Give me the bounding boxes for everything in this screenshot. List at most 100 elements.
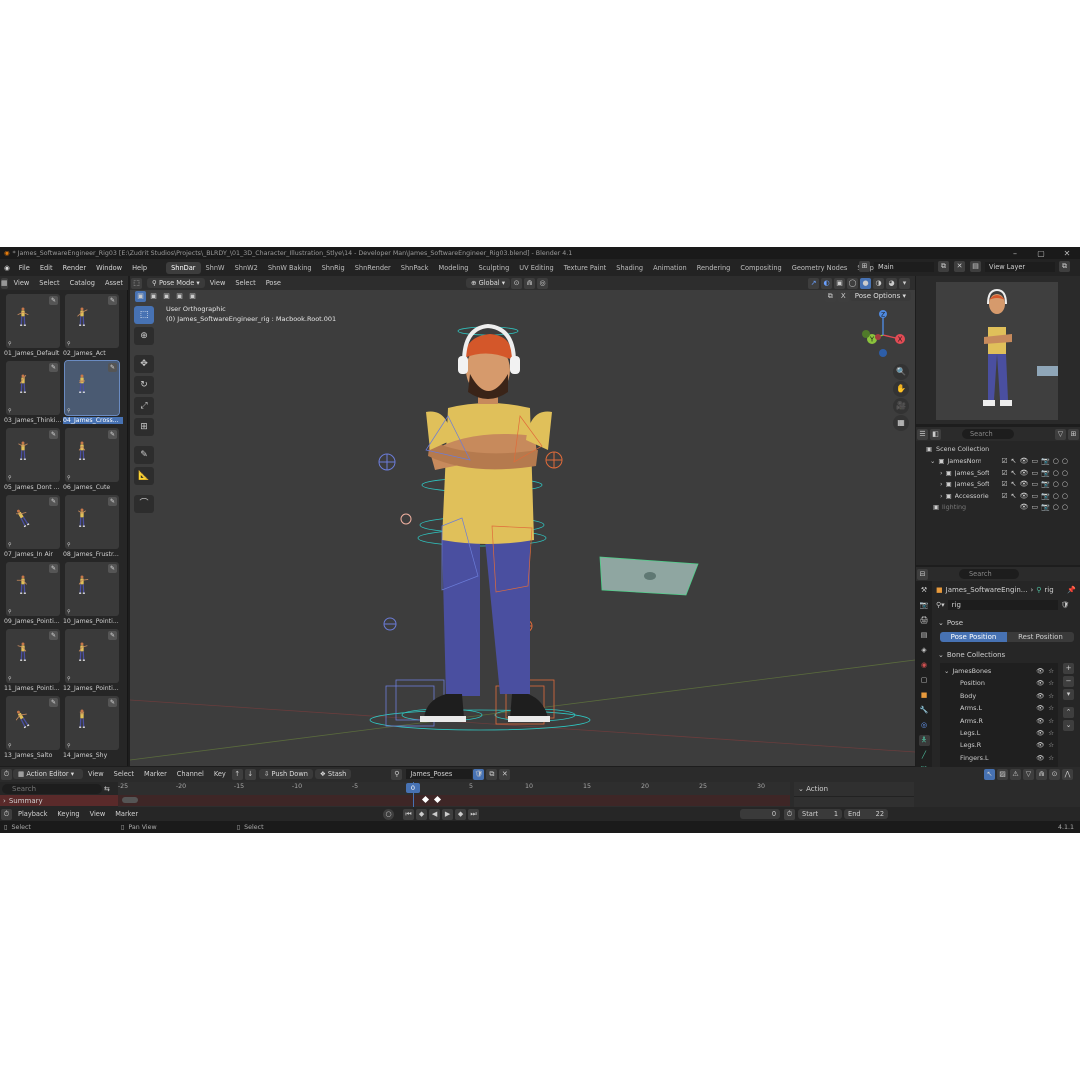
physics-tab-icon[interactable]: ◎: [919, 720, 930, 731]
playhead-frame[interactable]: 0: [406, 783, 420, 793]
view-layer-tab-icon[interactable]: ▤: [919, 630, 930, 641]
edit-asset-icon[interactable]: ✎: [108, 698, 117, 707]
timeline-menu-select[interactable]: Select: [109, 770, 139, 778]
workspace-tab[interactable]: Animation: [648, 262, 692, 274]
tool-tab-icon[interactable]: ⚒: [919, 585, 930, 596]
swap-icon[interactable]: ⇆: [104, 785, 110, 793]
menu-render[interactable]: Render: [58, 264, 91, 272]
eye-icon[interactable]: 👁: [1036, 679, 1044, 687]
solo-star-icon[interactable]: ☆: [1048, 692, 1054, 700]
outliner-item[interactable]: ▣ lighting 👁 ▭ 📷 ○ ○: [916, 501, 1080, 513]
show-hidden-icon[interactable]: ▨: [997, 768, 1008, 780]
start-field[interactable]: Start 1: [798, 809, 843, 819]
3d-viewport[interactable]: ⬚ ⚲ Pose Mode ▾ View Select Pose ⊕ Globa…: [130, 276, 915, 766]
collection-menu-icon[interactable]: ▾: [1063, 689, 1074, 700]
new-action-icon[interactable]: ⧉: [486, 768, 498, 780]
checkbox-icon[interactable]: ☑: [1001, 457, 1007, 465]
eye-icon[interactable]: 👁: [1020, 503, 1029, 511]
channel-search[interactable]: Search: [2, 783, 102, 794]
action-browse-icon[interactable]: ⚲: [391, 768, 403, 780]
timeline-marker-menu[interactable]: Marker: [110, 810, 143, 818]
new-collection-icon[interactable]: ⊞: [1068, 428, 1079, 440]
orientation-selector[interactable]: ⊕ Global ▾: [465, 278, 511, 288]
edit-asset-icon[interactable]: ✎: [49, 363, 58, 372]
edit-asset-icon[interactable]: ✎: [108, 363, 117, 372]
pose-position-button[interactable]: Pose Position: [940, 631, 1007, 642]
play-reverse-icon[interactable]: ◀: [429, 808, 441, 820]
render-camera-icon[interactable]: 📷: [1041, 480, 1050, 488]
asset-menu-view[interactable]: View: [9, 279, 35, 287]
action-name-field[interactable]: James_Poses: [406, 769, 473, 779]
rendered-shading-icon[interactable]: ◕: [886, 277, 897, 289]
render-tab-icon[interactable]: 📷: [919, 600, 930, 611]
menu-help[interactable]: Help: [127, 264, 152, 272]
material-shading-icon[interactable]: ◑: [873, 277, 884, 289]
asset-thumbnail[interactable]: ✎ ⚲: [6, 629, 60, 683]
solo-star-icon[interactable]: ☆: [1048, 704, 1054, 712]
push-down-button[interactable]: ⇩ Push Down: [258, 769, 313, 779]
stash-button[interactable]: ❖ Stash: [314, 769, 352, 779]
menu-edit[interactable]: Edit: [35, 264, 58, 272]
expand-icon[interactable]: ⌄: [930, 457, 935, 465]
asset-thumbnail[interactable]: ✎ ⚲: [65, 562, 119, 616]
close-icon[interactable]: ✕: [1054, 249, 1080, 258]
edit-asset-icon[interactable]: ✎: [108, 430, 117, 439]
interpolation-icon[interactable]: ⋀: [1062, 768, 1073, 780]
timeline-menu-channel[interactable]: Channel: [172, 770, 209, 778]
asset-thumbnail[interactable]: ✎ ⚲: [65, 696, 119, 750]
maximize-icon[interactable]: ▢: [1028, 249, 1054, 258]
edit-asset-icon[interactable]: ✎: [49, 296, 58, 305]
holdout-icon[interactable]: ○: [1053, 492, 1059, 500]
bone-collection-item[interactable]: Legs.R 👁 ☆: [940, 739, 1058, 751]
render-camera-icon[interactable]: 📷: [1041, 457, 1050, 465]
expand-icon[interactable]: ›: [940, 469, 943, 477]
selectable-icon[interactable]: ↖: [1011, 469, 1017, 477]
frame-ruler[interactable]: -25 -20 -15 -10 -5 0 5 10 15 20 25 30: [118, 782, 790, 794]
modifier-tab-icon[interactable]: 🔧: [919, 705, 930, 716]
unlink-action-icon[interactable]: ✕: [499, 768, 511, 780]
view-layer-name[interactable]: View Layer: [985, 261, 1055, 272]
solo-star-icon[interactable]: ☆: [1048, 741, 1054, 749]
edit-asset-icon[interactable]: ✎: [108, 296, 117, 305]
rest-position-button[interactable]: Rest Position: [1007, 631, 1074, 642]
mode-selector[interactable]: ⚲ Pose Mode ▾: [147, 278, 205, 288]
menu-file[interactable]: File: [14, 264, 35, 272]
eye-icon[interactable]: 👁: [1036, 717, 1044, 725]
render-camera-icon[interactable]: 📷: [1041, 469, 1050, 477]
asset-thumbnail[interactable]: ✎ ⚲: [6, 696, 60, 750]
timeline-menu-view[interactable]: View: [83, 770, 109, 778]
object-tab-icon[interactable]: ■: [919, 690, 930, 701]
expand-icon[interactable]: ›: [940, 492, 943, 500]
editor-type-icon[interactable]: ⬚: [131, 277, 142, 289]
fake-user-icon[interactable]: 🛡: [1061, 601, 1070, 609]
jump-end-icon[interactable]: ⏭: [468, 808, 480, 820]
solo-star-icon[interactable]: ☆: [1048, 729, 1054, 737]
selectable-icon[interactable]: ↖: [1011, 492, 1017, 500]
snap-icon[interactable]: ⋒: [524, 277, 536, 289]
pose-panel-header[interactable]: ⌄ Pose: [938, 617, 963, 629]
up-arrow-icon[interactable]: ↑: [231, 768, 243, 780]
asset-thumbnail[interactable]: ✎ ⚲: [65, 495, 119, 549]
edit-asset-icon[interactable]: ✎: [49, 631, 58, 640]
outliner-item[interactable]: › ▣ Accessorie ☑ ↖ 👁 ▭ 📷 ○ ○: [916, 490, 1080, 502]
summary-channel[interactable]: › Summary: [0, 795, 118, 806]
workspace-tab[interactable]: UV Editing: [514, 262, 558, 274]
outliner-item[interactable]: ⌄▣JamesNormalU☑↖👁▭📷○○: [916, 455, 1080, 467]
outliner-search[interactable]: Search: [962, 429, 1014, 439]
play-icon[interactable]: ▶: [442, 808, 454, 820]
outliner-item[interactable]: › ▣ James_Soft ☑ ↖ 👁 ▭ 📷 ○ ○: [916, 478, 1080, 490]
bone-tab-icon[interactable]: ╱: [919, 750, 930, 761]
asset-thumbnail[interactable]: ✎ ⚲: [6, 562, 60, 616]
end-field[interactable]: End 22: [844, 809, 889, 819]
eye-icon[interactable]: 👁: [1020, 469, 1029, 477]
selectable-icon[interactable]: ↖: [1011, 457, 1017, 465]
timeline-view-menu[interactable]: View: [85, 810, 111, 818]
workspace-tab[interactable]: Rendering: [692, 262, 736, 274]
edit-asset-icon[interactable]: ✎: [49, 564, 58, 573]
snapping-icon[interactable]: ⋒: [1036, 768, 1047, 780]
playback-menu[interactable]: Playback: [13, 810, 52, 818]
dopesheet-region[interactable]: -25 -20 -15 -10 -5 0 5 10 15 20 25 30 0: [118, 782, 790, 807]
proportional-edit-icon[interactable]: ⊙: [1049, 768, 1060, 780]
checkbox-icon[interactable]: ☑: [1001, 469, 1007, 477]
collection-tab-icon[interactable]: ▢: [919, 675, 930, 686]
